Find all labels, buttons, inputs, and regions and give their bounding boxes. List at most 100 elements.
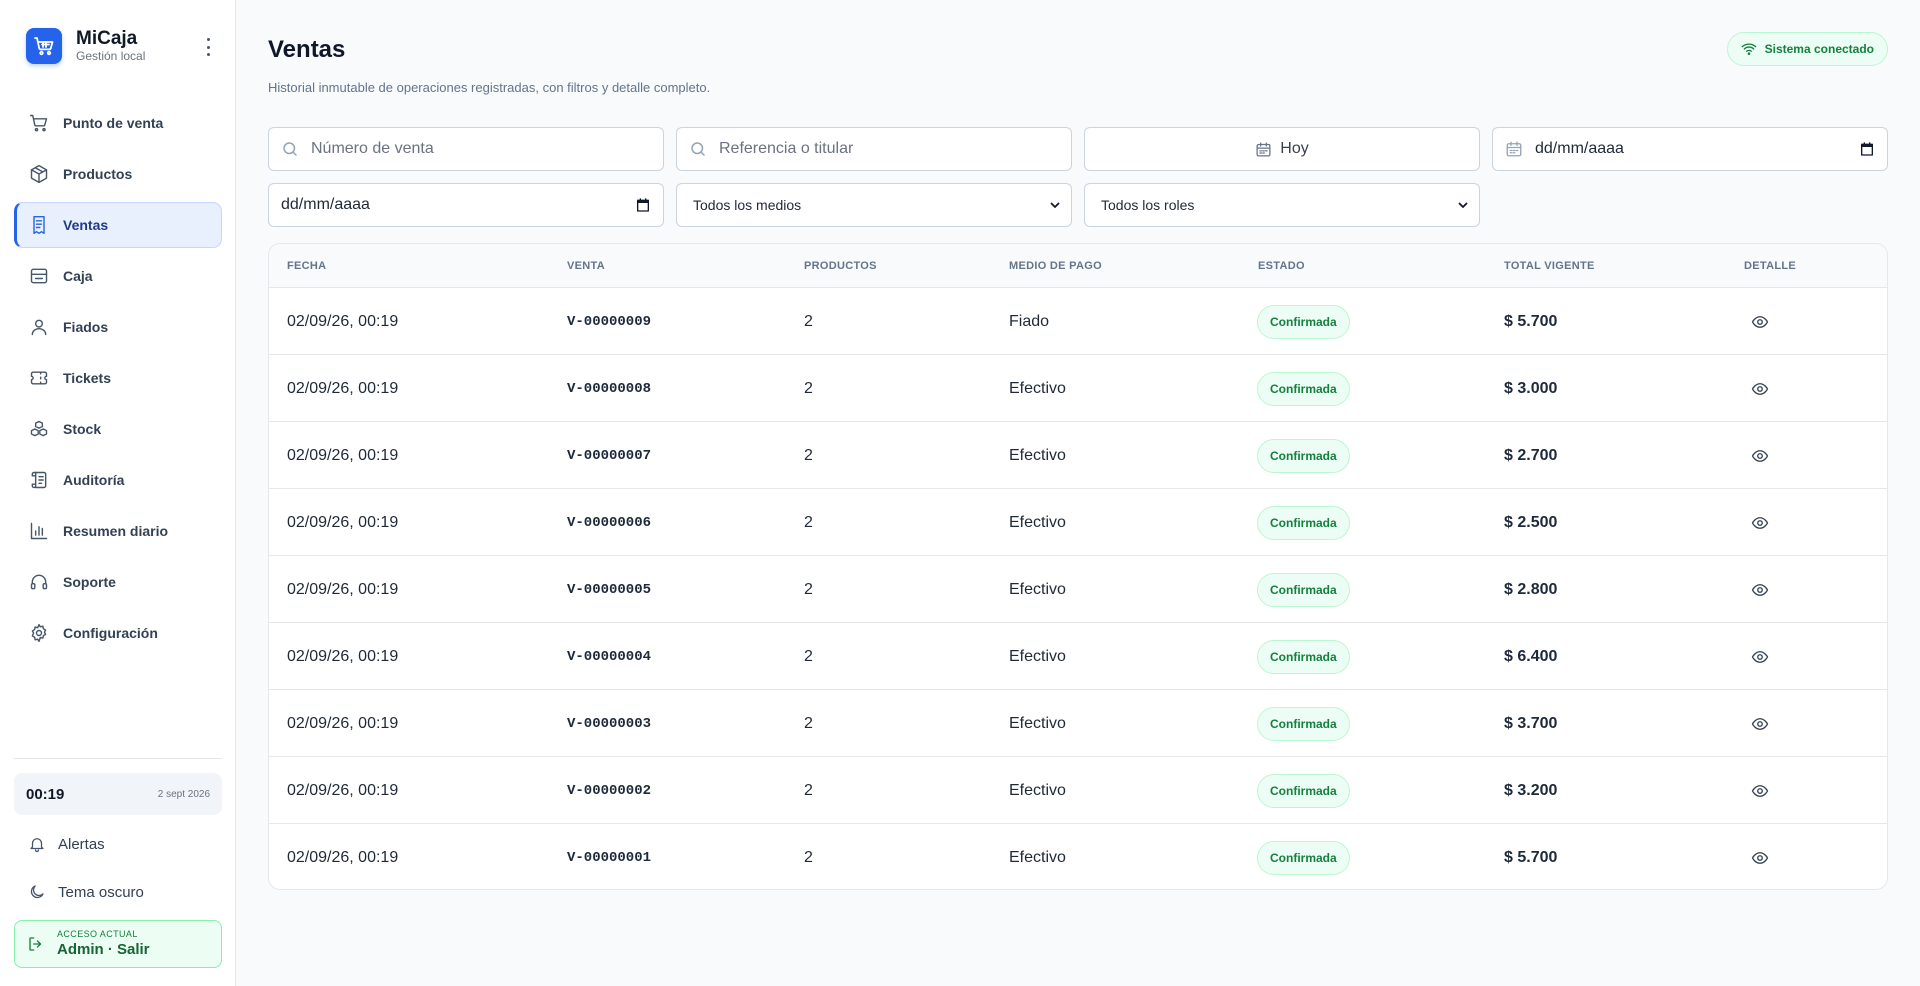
cell-payment-method: Fiado <box>1009 312 1050 330</box>
view-detail-button[interactable] <box>1743 774 1777 808</box>
ticket-icon <box>29 368 49 388</box>
view-detail-button[interactable] <box>1743 707 1777 741</box>
cell-products: 2 <box>804 446 813 464</box>
sidebar-item-label: Productos <box>63 166 133 182</box>
cell-detail <box>1743 623 1777 690</box>
column-header-date[interactable]: FECHA <box>287 260 326 272</box>
sidebar-item-productos[interactable]: Productos <box>14 151 222 197</box>
table-row[interactable]: 02/09/26, 00:19 V-00000004 2 Efectivo Co… <box>269 623 1887 690</box>
table-row[interactable]: 02/09/26, 00:19 V-00000002 2 Efectivo Co… <box>269 757 1887 824</box>
sidebar-item-tickets[interactable]: Tickets <box>14 355 222 401</box>
cell-total: $ 2.800 <box>1504 580 1558 598</box>
sale-number-input[interactable] <box>311 128 663 170</box>
sidebar-item-resumen-diario[interactable]: Resumen diario <box>14 508 222 554</box>
access-label: ACCESO ACTUAL <box>57 929 138 939</box>
sidebar-item-fiados[interactable]: Fiados <box>14 304 222 350</box>
view-detail-button[interactable] <box>1743 841 1777 875</box>
clock-panel: 00:19 2 sept 2026 <box>14 773 222 815</box>
moon-icon <box>30 885 44 899</box>
brand-name: MiCaja <box>76 28 138 49</box>
view-detail-button[interactable] <box>1743 640 1777 674</box>
column-header-sale[interactable]: VENTA <box>567 260 605 272</box>
view-detail-button[interactable] <box>1743 506 1777 540</box>
cell-products: 2 <box>804 848 813 866</box>
access-user: Admin · Salir <box>57 941 150 958</box>
eye-icon <box>1751 382 1769 395</box>
date-to-input[interactable]: dd/mm/aaaa <box>268 183 664 227</box>
sidebar-item-punto-de-venta[interactable]: Punto de venta <box>14 100 222 146</box>
cell-products: 2 <box>804 580 813 598</box>
cell-sale-number: V-00000009 <box>567 313 652 330</box>
sidebar-item-configuracion[interactable]: Configuración <box>14 610 222 656</box>
view-detail-button[interactable] <box>1743 439 1777 473</box>
cell-status: Confirmada <box>1257 757 1350 824</box>
cell-total: $ 5.700 <box>1504 312 1558 330</box>
date-preset-button[interactable]: Hoy <box>1084 127 1480 171</box>
cell-payment-method: Efectivo <box>1009 379 1066 397</box>
sidebar-item-auditoria[interactable]: Auditoría <box>14 457 222 503</box>
sidebar-item-ventas[interactable]: Ventas <box>14 202 222 248</box>
calendar-picker-icon[interactable] <box>635 197 651 213</box>
table-row[interactable]: 02/09/26, 00:19 V-00000007 2 Efectivo Co… <box>269 422 1887 489</box>
cell-products: 2 <box>804 379 813 397</box>
receipt-icon <box>29 215 49 235</box>
cell-date: 02/09/26, 00:19 <box>287 312 399 330</box>
table-row[interactable]: 02/09/26, 00:19 V-00000005 2 Efectivo Co… <box>269 556 1887 623</box>
cell-status: Confirmada <box>1257 355 1350 422</box>
sale-number-field <box>268 127 664 171</box>
sidebar-item-stock[interactable]: Stock <box>14 406 222 452</box>
brand-subtitle: Gestión local <box>76 49 146 63</box>
chevron-down-icon <box>1050 202 1060 208</box>
payment-method-select[interactable]: Todos los medios <box>676 183 1072 227</box>
cell-date: 02/09/26, 00:19 <box>287 513 399 531</box>
date-from-input[interactable]: dd/mm/aaaa <box>1492 127 1888 171</box>
view-detail-button[interactable] <box>1743 372 1777 406</box>
sidebar-divider <box>14 758 222 759</box>
eye-icon <box>1751 851 1769 864</box>
sidebar-item-label: Ventas <box>63 217 109 233</box>
table-row[interactable]: 02/09/26, 00:19 V-00000009 2 Fiado Confi… <box>269 288 1887 355</box>
table-row[interactable]: 02/09/26, 00:19 V-00000006 2 Efectivo Co… <box>269 489 1887 556</box>
cell-date: 02/09/26, 00:19 <box>287 781 399 799</box>
column-header-total[interactable]: TOTAL VIGENTE <box>1504 260 1595 272</box>
sidebar-item-soporte[interactable]: Soporte <box>14 559 222 605</box>
table-row[interactable]: 02/09/26, 00:19 V-00000001 2 Efectivo Co… <box>269 824 1887 889</box>
cell-payment-method: Efectivo <box>1009 714 1066 732</box>
column-header-products[interactable]: PRODUCTOS <box>804 260 877 272</box>
sidebar-item-label: Caja <box>63 268 93 284</box>
cell-products: 2 <box>804 647 813 665</box>
logout-button[interactable]: ACCESO ACTUAL Admin · Salir <box>14 920 222 968</box>
cell-date: 02/09/26, 00:19 <box>287 379 399 397</box>
eye-icon <box>1751 583 1769 596</box>
scroll-icon <box>29 470 49 490</box>
column-header-status[interactable]: ESTADO <box>1258 260 1305 272</box>
role-select[interactable]: Todos los roles <box>1084 183 1480 227</box>
table-row[interactable]: 02/09/26, 00:19 V-00000008 2 Efectivo Co… <box>269 355 1887 422</box>
calendar-icon <box>1256 141 1271 157</box>
view-detail-button[interactable] <box>1743 305 1777 339</box>
status-pill: Confirmada <box>1257 304 1350 339</box>
calendar-picker-icon[interactable] <box>1859 141 1875 157</box>
cell-status: Confirmada <box>1257 623 1350 690</box>
cell-total: $ 3.000 <box>1504 379 1558 397</box>
chevron-down-icon <box>1458 202 1468 208</box>
cell-detail <box>1743 489 1777 556</box>
page-title: Ventas <box>268 36 346 63</box>
table-row[interactable]: 02/09/26, 00:19 V-00000003 2 Efectivo Co… <box>269 690 1887 757</box>
sidebar-item-caja[interactable]: Caja <box>14 253 222 299</box>
cell-sale-number: V-00000007 <box>567 447 652 464</box>
more-options-icon[interactable] <box>200 38 216 56</box>
dark-theme-toggle[interactable]: Tema oscuro <box>28 878 218 906</box>
sidebar-item-label: Auditoría <box>63 472 125 488</box>
bar-chart-icon <box>29 521 49 541</box>
cell-date: 02/09/26, 00:19 <box>287 647 399 665</box>
alerts-button[interactable]: Alertas <box>28 830 218 858</box>
clock-time: 00:19 <box>26 785 65 803</box>
column-header-payment[interactable]: MEDIO DE PAGO <box>1009 260 1102 272</box>
view-detail-button[interactable] <box>1743 573 1777 607</box>
reference-input[interactable] <box>719 128 1071 170</box>
date-preset-label: Hoy <box>1280 140 1309 157</box>
reference-field <box>676 127 1072 171</box>
cell-status: Confirmada <box>1257 556 1350 623</box>
cell-sale-number: V-00000005 <box>567 581 652 598</box>
